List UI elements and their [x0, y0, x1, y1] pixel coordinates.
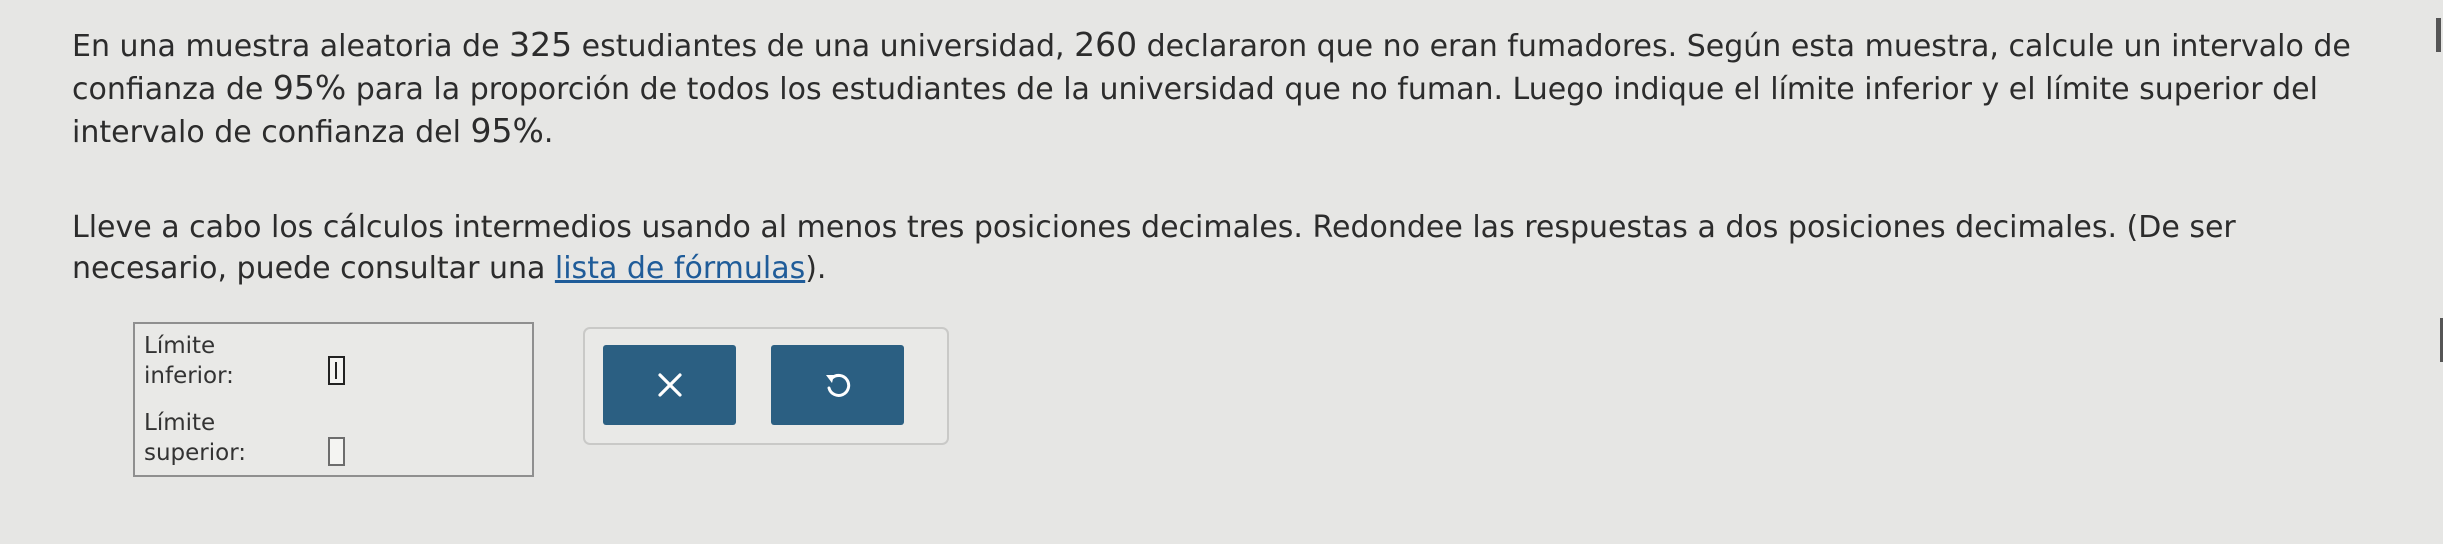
problem-text: .	[543, 115, 554, 150]
problem-text: para la proporción de todos los estudian…	[72, 72, 2318, 150]
problem-text: En una muestra aleatoria de	[72, 29, 510, 64]
upper-limit-label-line: Límite	[144, 410, 216, 436]
clear-button[interactable]	[603, 345, 736, 425]
sample-size: 325	[509, 25, 573, 64]
problem-statement: En una muestra aleatoria de 325 estudian…	[72, 24, 2392, 289]
nonsmoker-count: 260	[1074, 25, 1138, 64]
answer-box: Límite inferior: Límite superior:	[133, 322, 534, 477]
undo-button[interactable]	[771, 345, 904, 425]
lower-limit-label: Límite inferior:	[144, 331, 234, 391]
action-panel	[583, 327, 949, 445]
confidence-level: 95%	[272, 68, 347, 107]
undo-icon	[825, 373, 850, 397]
lower-limit-label-line: Límite	[144, 333, 216, 359]
upper-limit-label: Límite superior:	[144, 408, 246, 468]
problem-paragraph: En una muestra aleatoria de 325 estudian…	[72, 24, 2392, 153]
scroll-tab[interactable]	[2436, 18, 2441, 52]
lower-limit-input[interactable]	[328, 356, 345, 385]
lower-limit-label-line: inferior:	[144, 363, 234, 389]
problem-text: estudiantes de una universidad,	[572, 29, 1075, 64]
x-icon	[657, 373, 682, 397]
formula-list-link[interactable]: lista de fórmulas	[555, 251, 805, 286]
upper-limit-input[interactable]	[328, 437, 345, 466]
confidence-level: 95%	[470, 111, 544, 150]
instructions-text: ).	[805, 251, 827, 286]
upper-limit-label-line: superior:	[144, 440, 247, 466]
instructions-text: Lleve a cabo los cálculos intermedios us…	[72, 210, 2236, 286]
instructions-paragraph: Lleve a cabo los cálculos intermedios us…	[72, 207, 2392, 289]
